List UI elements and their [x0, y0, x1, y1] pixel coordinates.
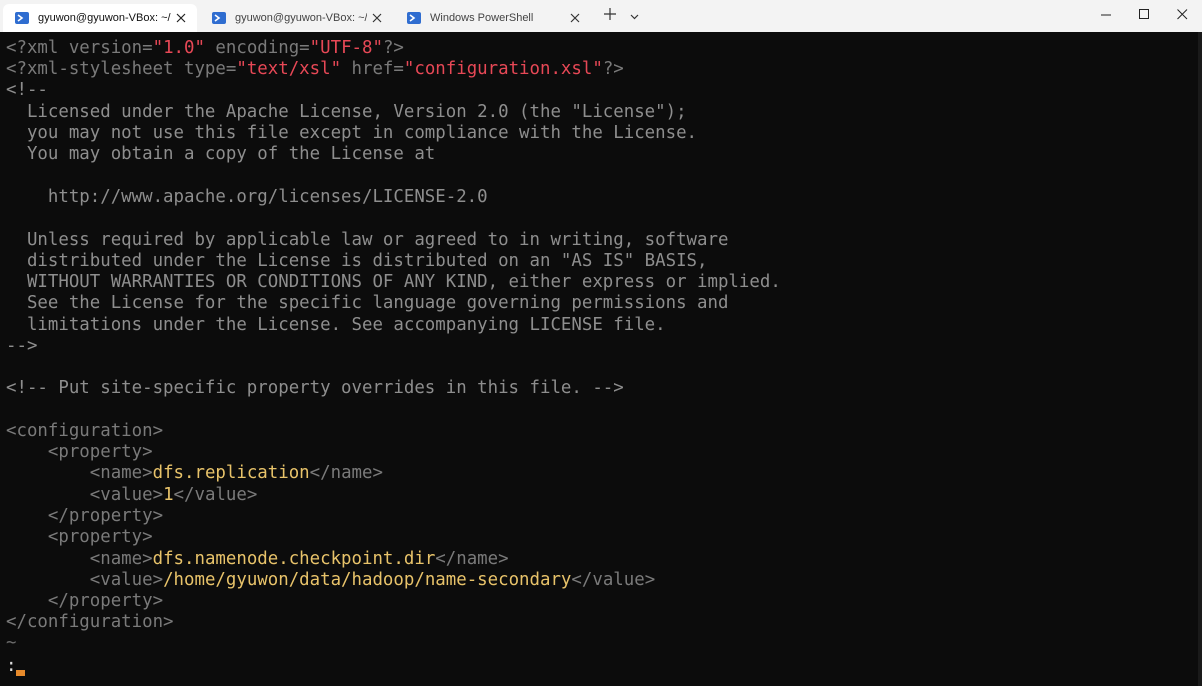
minimize-button[interactable]: [1086, 0, 1126, 32]
close-icon[interactable]: [171, 8, 191, 28]
name-element-line: <name>dfs.replication</name>: [6, 463, 383, 484]
license-comment-line: WITHOUT WARRANTIES OR CONDITIONS OF ANY …: [6, 272, 781, 292]
xml-token: </value>: [173, 485, 258, 505]
property-value: 1: [163, 485, 174, 505]
name-element-line: <name>dfs.namenode.checkpoint.dir</name>: [6, 549, 509, 570]
window-close-icon: [1176, 7, 1188, 25]
license-comment-line: distributed under the License is distrib…: [6, 251, 708, 271]
maximize-button[interactable]: [1124, 0, 1164, 32]
property-name: dfs.replication: [152, 463, 310, 483]
xml-token: <name>: [6, 549, 153, 569]
xml-token: ?>: [382, 38, 404, 58]
tab-label: gyuwon@gyuwon-VBox: ~/da: [235, 12, 367, 24]
value-element-line: <value>/home/gyuwon/data/hadoop/name-sec…: [6, 570, 655, 591]
tab-powershell[interactable]: Windows PowerShell: [395, 4, 591, 32]
terminal-icon: [407, 11, 421, 25]
command-prompt[interactable]: :: [6, 656, 16, 677]
xml-token: <?xml version=: [6, 38, 153, 58]
new-tab-button[interactable]: [592, 0, 628, 32]
license-comment-line: Licensed under the Apache License, Versi…: [6, 102, 687, 122]
tab-dropdown-button[interactable]: [624, 0, 644, 32]
xml-string: "configuration.xsl": [403, 59, 603, 79]
terminal-icon: [212, 11, 226, 25]
tab-label: Windows PowerShell: [430, 12, 534, 24]
license-comment-line: you may not use this file except in comp…: [6, 123, 698, 143]
property-close-tag: </property>: [6, 506, 164, 526]
comment-open-line: <!--: [6, 80, 48, 100]
property-close-tag: </property>: [6, 591, 164, 611]
xml-string: "text/xsl": [236, 59, 342, 79]
license-comment-line: You may obtain a copy of the License at: [6, 144, 436, 164]
xml-string: "UTF-8": [309, 38, 383, 58]
xml-stylesheet-line: <?xml-stylesheet type="text/xsl" href="c…: [6, 59, 624, 80]
xml-token: <name>: [6, 463, 153, 483]
tab-label: gyuwon@gyuwon-VBox: ~/h: [38, 12, 171, 24]
configuration-close-tag: </configuration>: [6, 612, 174, 632]
window-close-button[interactable]: [1162, 0, 1202, 32]
value-element-line: <value>1</value>: [6, 485, 258, 506]
tab-terminal-1[interactable]: gyuwon@gyuwon-VBox: ~/h: [3, 4, 197, 32]
text-cursor: [16, 670, 25, 676]
xml-token: <value>: [6, 570, 164, 590]
scrollbar[interactable]: [1198, 32, 1202, 686]
license-comment-line: limitations under the License. See accom…: [6, 315, 666, 335]
license-comment-line: See the License for the specific languag…: [6, 293, 729, 313]
title-bar: gyuwon@gyuwon-VBox: ~/h gyuwon@gyuwon-VB…: [0, 0, 1202, 32]
xml-token: <value>: [6, 485, 164, 505]
tab-terminal-2[interactable]: gyuwon@gyuwon-VBox: ~/da: [200, 4, 393, 32]
maximize-icon: [1138, 7, 1150, 25]
comment-close-line: -->: [6, 336, 38, 356]
property-open-tag: <property>: [6, 527, 153, 547]
xml-token: href=: [341, 59, 404, 79]
license-comment-line: Unless required by applicable law or agr…: [6, 230, 729, 250]
xml-token: </name>: [435, 549, 509, 569]
property-name: dfs.namenode.checkpoint.dir: [152, 549, 436, 569]
xml-token: </name>: [309, 463, 383, 483]
property-open-tag: <property>: [6, 442, 153, 462]
xml-token: </value>: [571, 570, 656, 590]
property-value: /home/gyuwon/data/hadoop/name-secondary: [163, 570, 572, 590]
license-url-line: http://www.apache.org/licenses/LICENSE-2…: [6, 187, 488, 207]
empty-line-marker: ~: [6, 633, 17, 653]
xml-token: ?>: [602, 59, 624, 79]
xml-declaration-line: <?xml version="1.0" encoding="UTF-8"?>: [6, 38, 404, 59]
xml-string: "1.0": [152, 38, 205, 58]
xml-token: encoding=: [204, 38, 310, 58]
minimize-icon: [1100, 7, 1112, 25]
close-icon[interactable]: [565, 8, 585, 28]
close-icon[interactable]: [367, 8, 387, 28]
configuration-open-tag: <configuration>: [6, 421, 164, 441]
xml-token: <?xml-stylesheet type=: [6, 59, 237, 79]
plus-icon: [604, 7, 616, 25]
chevron-down-icon: [630, 7, 639, 25]
site-comment-line: <!-- Put site-specific property override…: [6, 378, 624, 398]
terminal-icon: [15, 11, 29, 25]
